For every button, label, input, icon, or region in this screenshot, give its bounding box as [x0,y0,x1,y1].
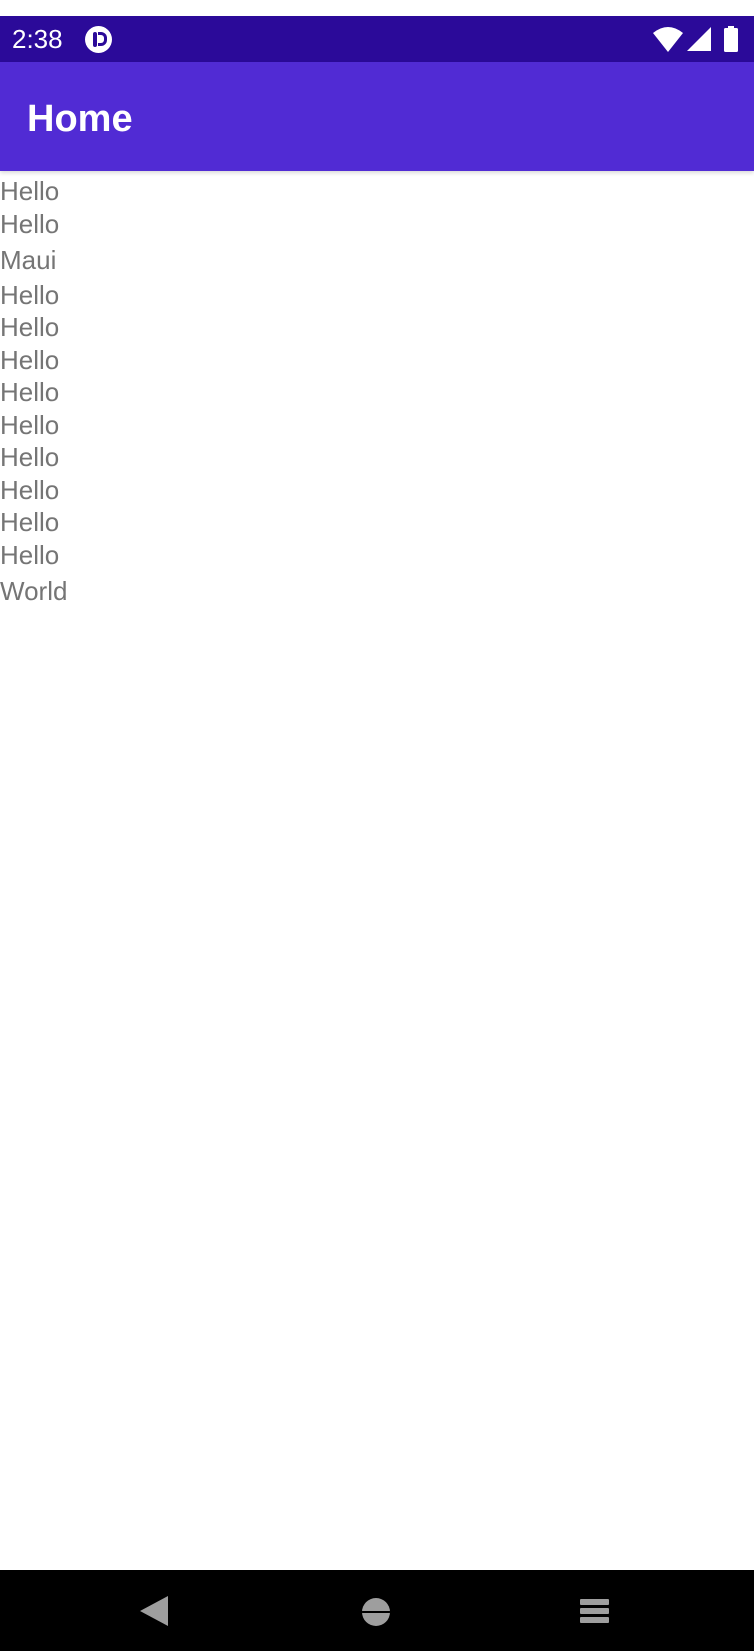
text-label: Hello [0,539,60,570]
home-icon[interactable] [362,1598,390,1626]
text-label: Hello [0,176,60,206]
battery-icon [724,26,738,52]
text-label: Hello [0,507,60,537]
app-bar: Home [0,62,754,171]
status-bar: 2:38 [0,16,754,62]
text-label: Hello [0,344,60,375]
recents-icon[interactable] [580,1599,609,1624]
text-label: Hello [0,442,60,472]
notification-app-icon [85,26,112,53]
back-icon[interactable] [140,1596,168,1626]
text-label: Hello [0,312,60,342]
cellular-signal-icon [687,27,711,51]
text-label: World [0,576,68,606]
screen: 2:38 Home Hello Hello Maui Hello Hello H… [0,0,754,1651]
text-label: Hello [0,377,60,407]
status-time: 2:38 [12,24,63,54]
wifi-icon [653,27,683,52]
text-label: Hello [0,474,60,505]
text-label: Hello [0,208,60,239]
text-label: Maui [0,245,57,275]
system-navigation-bar [0,1570,754,1651]
top-edge-strip [0,0,754,16]
text-label: Hello [0,409,60,440]
content-stack: Hello Hello Maui Hello Hello Hello Hello… [0,175,754,610]
text-label: Hello [0,279,60,310]
page-title: Home [27,98,133,140]
